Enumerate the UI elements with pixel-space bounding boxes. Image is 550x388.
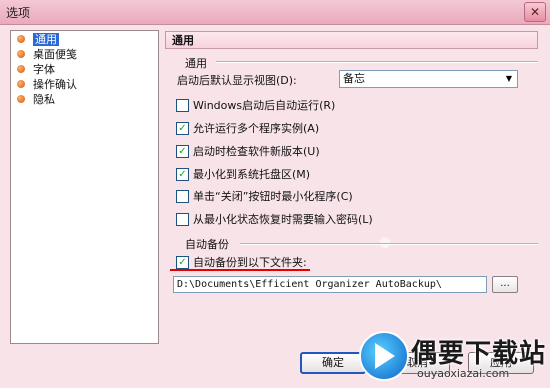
- checkbox-minimize-tray[interactable]: ✓ 最小化到系统托盘区(M): [176, 167, 310, 183]
- checkbox-label: 单击“关闭”按钮时最小化程序(C): [193, 190, 353, 203]
- title-bar: 选项 ✕: [0, 0, 550, 25]
- tree-item-label: 桌面便笺: [33, 48, 77, 61]
- close-button[interactable]: ✕: [524, 2, 546, 22]
- checkbox-autorun[interactable]: Windows启动后自动运行(R): [176, 98, 335, 114]
- checkbox-box[interactable]: ✓: [176, 255, 189, 269]
- watermark: 偶要下载站 ouyaoxiazai.com: [357, 327, 550, 388]
- tree-item-confirmations[interactable]: 操作确认: [11, 77, 158, 92]
- tree-item-label: 隐私: [33, 93, 55, 106]
- watermark-url: ouyaoxiazai.com: [417, 367, 510, 380]
- startup-view-label: 启动后默认显示视图(D):: [177, 74, 297, 87]
- window-title: 选项: [6, 6, 31, 20]
- tree-item-font[interactable]: 字体: [11, 62, 158, 77]
- checkbox-box[interactable]: [176, 212, 189, 226]
- checkbox-box[interactable]: ✓: [176, 167, 189, 181]
- tree-item-label: 操作确认: [33, 78, 77, 91]
- chevron-down-icon: ▼: [505, 74, 513, 83]
- tree-item-desktop-notes[interactable]: 桌面便笺: [11, 47, 158, 62]
- checkbox-box[interactable]: ✓: [176, 121, 189, 135]
- tree-item-label: 通用: [33, 33, 59, 46]
- tree-item-label: 字体: [33, 63, 55, 76]
- bullet-icon: [17, 35, 25, 43]
- checkbox-multi-instance[interactable]: ✓ 允许运行多个程序实例(A): [176, 121, 319, 137]
- startup-view-select[interactable]: 备忘 ▼: [339, 70, 518, 88]
- checkbox-label: 启动时检查软件新版本(U): [193, 145, 320, 158]
- checkbox-label: 从最小化状态恢复时需要输入密码(L): [193, 213, 373, 226]
- panel-header: 通用: [165, 31, 538, 49]
- play-logo-icon: [359, 331, 409, 381]
- bullet-icon: [17, 50, 25, 58]
- section-general-label: 通用: [185, 57, 207, 70]
- bullet-icon: [17, 80, 25, 88]
- checkbox-close-minimizes[interactable]: 单击“关闭”按钮时最小化程序(C): [176, 189, 353, 205]
- backup-path-field[interactable]: D:\Documents\Efficient Organizer AutoBac…: [173, 276, 487, 293]
- tree-item-privacy[interactable]: 隐私: [11, 92, 158, 107]
- browse-button[interactable]: ...: [492, 276, 518, 293]
- watermark-title: 偶要下载站: [411, 339, 547, 369]
- checkbox-label: 自动备份到以下文件夹:: [193, 256, 307, 269]
- tree-item-general[interactable]: 通用: [11, 32, 158, 47]
- checkbox-box[interactable]: [176, 98, 189, 112]
- checkbox-label: 最小化到系统托盘区(M): [193, 168, 311, 181]
- checkbox-label: Windows启动后自动运行(R): [193, 99, 336, 112]
- section-backup-label: 自动备份: [185, 238, 229, 251]
- checkbox-label: 允许运行多个程序实例(A): [193, 122, 320, 135]
- checkbox-check-updates[interactable]: ✓ 启动时检查软件新版本(U): [176, 144, 320, 160]
- bullet-icon: [17, 65, 25, 73]
- checkbox-box[interactable]: ✓: [176, 144, 189, 158]
- bullet-icon: [17, 95, 25, 103]
- category-tree[interactable]: 通用 桌面便笺 字体 操作确认 隐私: [10, 30, 159, 344]
- section-divider: [240, 243, 538, 245]
- checkbox-box[interactable]: [176, 189, 189, 203]
- highlight-underline: [170, 269, 310, 271]
- section-divider: [216, 61, 538, 63]
- startup-view-value: 备忘: [343, 72, 365, 85]
- checkbox-restore-password[interactable]: 从最小化状态恢复时需要输入密码(L): [176, 212, 373, 228]
